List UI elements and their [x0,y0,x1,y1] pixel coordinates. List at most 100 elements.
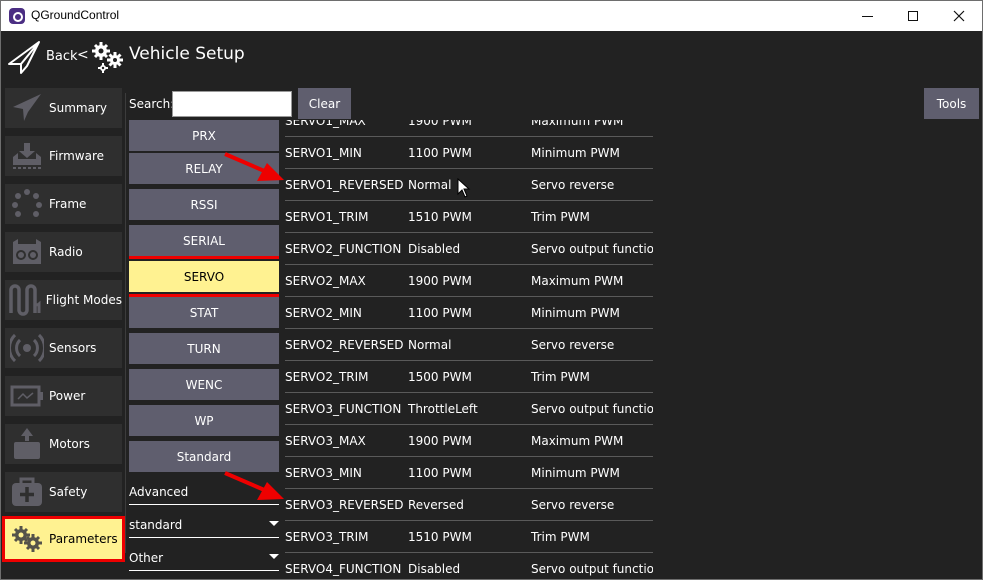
group-button-relay[interactable]: RELAY [129,153,279,184]
sidebar-divider [125,93,126,553]
param-name: SERVO2_REVERSED [285,338,404,352]
param-description: Maximum PWM [531,274,624,288]
param-row[interactable]: SERVO3_TRIM 1510 PWM Trim PWM [285,521,653,553]
parameter-group-list: PRX RELAY RSSI SERIAL SERVO STAT TURN WE… [129,120,279,579]
minimize-icon [861,15,873,17]
param-value[interactable]: Disabled [408,242,460,256]
param-row[interactable]: SERVO3_REVERSED Reversed Servo reverse [285,489,653,521]
sidebar-item-motors[interactable]: Motors [5,424,122,464]
param-name: SERVO3_REVERSED [285,498,404,512]
sidebar-item-parameters[interactable]: Parameters [2,516,125,562]
sidebar-item-label: Radio [49,245,83,259]
param-description: Servo reverse [531,338,615,352]
param-description: Trim PWM [531,530,590,544]
param-row[interactable]: SERVO3_FUNCTION ThrottleLeft Servo output … [285,393,653,425]
category-other-dropdown[interactable]: Other [129,545,279,571]
sidebar-item-label: Summary [49,101,107,115]
param-name: SERVO2_FUNCTION [285,242,402,256]
param-row[interactable]: SERVO4_FUNCTION Disabled Servo output func… [285,553,653,579]
category-advanced[interactable]: Advanced [129,479,279,505]
toolbar-header: Back < Vehicle Setup [1,31,982,87]
broadcast-icon [10,333,44,363]
group-button-serial[interactable]: SERIAL [129,225,279,256]
sidebar-item-power[interactable]: Power [5,376,122,416]
sidebar-item-label: Frame [49,197,87,211]
param-value[interactable]: ThrottleLeft [408,402,478,416]
close-button[interactable] [936,1,982,31]
maximize-button[interactable] [890,1,936,31]
param-row[interactable]: SERVO1_MAX 1900 PWM Maximum PWM [285,120,653,137]
battery-icon [10,385,43,407]
param-row[interactable]: SERVO3_MAX 1900 PWM Maximum PWM [285,425,653,457]
param-value[interactable]: Normal [408,178,451,192]
gears-icon [92,42,123,73]
param-name: SERVO1_MAX [285,120,366,128]
sidebar-item-label: Firmware [49,149,104,163]
dropdown-arrow-icon [269,521,279,526]
page-title: Vehicle Setup [129,44,245,64]
minimize-button[interactable] [844,1,890,31]
param-name: SERVO1_REVERSED [285,178,404,192]
mouse-cursor-icon [457,178,471,198]
param-value[interactable]: 1510 PWM [408,210,472,224]
param-name: SERVO2_MAX [285,274,366,288]
group-button-wp[interactable]: WP [129,405,279,436]
clear-button[interactable]: Clear [298,88,351,119]
param-value[interactable]: 1900 PWM [408,434,472,448]
frame-dots-icon [12,189,42,217]
group-button-rssi[interactable]: RSSI [129,189,279,220]
sidebar-item-label: Flight Modes [45,293,122,307]
param-value[interactable]: 1900 PWM [408,274,472,288]
sidebar-item-label: Sensors [49,341,97,355]
group-button-standard[interactable]: Standard [129,441,279,472]
sidebar-item-radio[interactable]: Radio [5,232,122,272]
breadcrumb-separator: < [77,47,89,63]
sidebar-item-label: Parameters [49,532,118,546]
param-value[interactable]: Normal [408,338,451,352]
close-icon [953,10,965,22]
group-button-stat[interactable]: STAT [129,297,279,328]
param-row[interactable]: SERVO2_TRIM 1500 PWM Trim PWM [285,361,653,393]
param-value[interactable]: Reversed [408,498,464,512]
param-value[interactable]: 1510 PWM [408,530,472,544]
sidebar-item-flight-modes[interactable]: Flight Modes [5,280,122,320]
search-input[interactable] [172,91,292,117]
param-row[interactable]: SERVO3_MIN 1100 PWM Minimum PWM [285,457,653,489]
window-title: QGroundControl [31,8,120,22]
sidebar-item-summary[interactable]: Summary [5,88,122,128]
sidebar-item-sensors[interactable]: Sensors [5,328,122,368]
group-button-wenc[interactable]: WENC [129,369,279,400]
tools-button[interactable]: Tools [924,88,979,119]
category-standard-dropdown[interactable]: standard [129,512,279,538]
param-description: Trim PWM [531,370,590,384]
param-row[interactable]: SERVO1_MIN 1100 PWM Minimum PWM [285,137,653,169]
group-button-turn[interactable]: TURN [129,333,279,364]
param-row[interactable]: SERVO2_REVERSED Normal Servo reverse [285,329,653,361]
gears-icon [12,526,42,552]
param-description: Trim PWM [531,210,590,224]
param-value[interactable]: 1100 PWM [408,466,472,480]
param-row[interactable]: SERVO1_TRIM 1510 PWM Trim PWM [285,201,653,233]
sidebar-item-safety[interactable]: Safety [5,472,122,512]
param-row[interactable]: SERVO2_MAX 1900 PWM Maximum PWM [285,265,653,297]
param-name: SERVO3_MAX [285,434,366,448]
dropdown-arrow-icon [269,554,279,559]
param-value[interactable]: 1100 PWM [408,306,472,320]
back-button[interactable]: Back [46,49,78,64]
qgc-logo-icon [9,8,25,24]
param-value[interactable]: 1900 PWM [408,120,472,128]
param-row[interactable]: SERVO2_FUNCTION Disabled Servo output func… [285,233,653,265]
group-button-servo[interactable]: SERVO [129,256,279,297]
param-value[interactable]: Disabled [408,562,460,576]
paper-plane-icon[interactable] [7,40,41,74]
first-aid-icon [12,477,42,506]
sidebar-item-frame[interactable]: Frame [5,184,122,224]
group-button-prx[interactable]: PRX [129,120,279,151]
param-row[interactable]: SERVO2_MIN 1100 PWM Minimum PWM [285,297,653,329]
combo-label: Advanced [129,484,189,499]
paper-plane-icon [13,94,41,121]
sidebar-item-firmware[interactable]: Firmware [5,136,122,176]
param-value[interactable]: 1500 PWM [408,370,472,384]
param-value[interactable]: 1100 PWM [408,146,472,160]
param-name: SERVO3_TRIM [285,530,369,544]
